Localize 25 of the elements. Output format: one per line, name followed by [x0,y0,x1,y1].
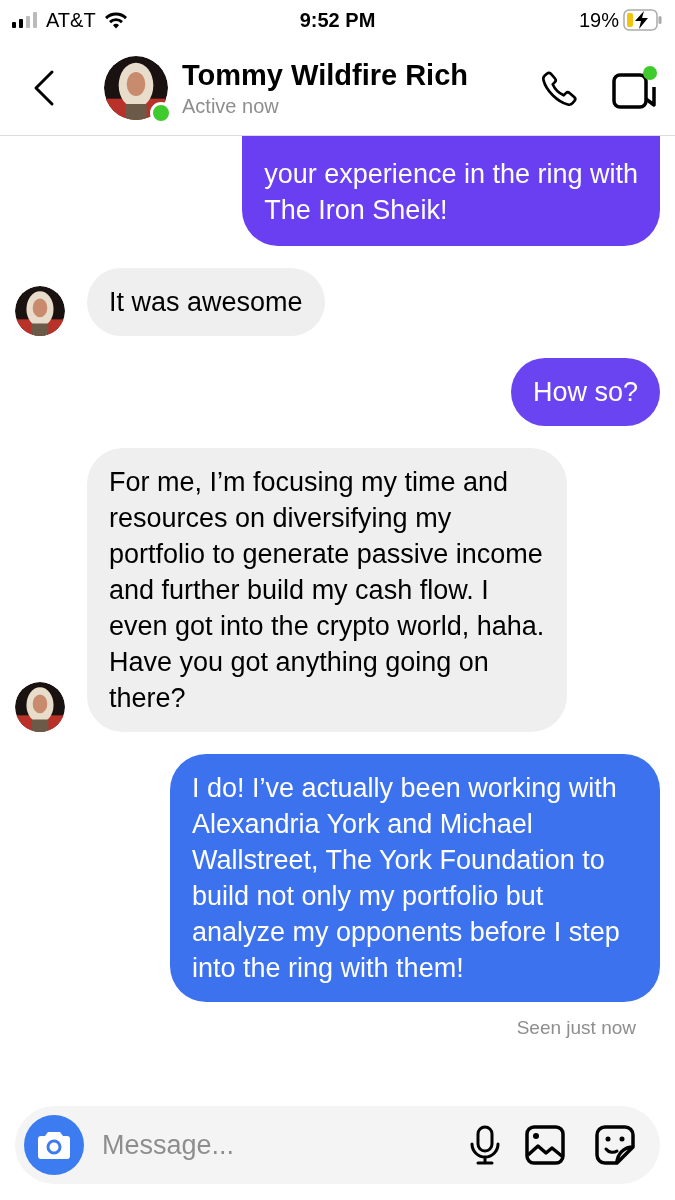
microphone-icon[interactable] [469,1125,501,1165]
video-camera-icon [612,64,660,111]
active-status: Active now [182,93,280,119]
message-bubble: How so? [510,358,660,426]
battery-percent: 19% [578,8,619,33]
carrier: AT&T [46,8,96,33]
message-bubble: I do! I’ve actually been working with Alexandria York and Michael Wallstreet, The York Foundation to build not only my portfolio but analyze my opponents before I step into the ring with them! [170,754,660,1002]
sticker-icon[interactable] [595,1125,635,1165]
seen-receipt: Seen just now [516,1016,636,1040]
avatar [15,682,65,732]
message-input[interactable]: Message... [102,1124,469,1166]
camera-button[interactable] [24,1115,84,1175]
image-icon[interactable] [525,1125,565,1165]
clock: 9:52 PM [299,8,376,33]
avatar [104,55,168,120]
signal-icon [12,12,38,28]
contact-name: Tommy Wildfire Rich [182,57,469,93]
message-bubble: For me, I’m focusing my time and resources on diversifying my portfolio to generate passive income and further build my cash flow. I even got into the crypto world, haha. Have you got anything going on there? [87,448,567,732]
message-composer[interactable]: Message... [15,1106,660,1184]
wifi-icon [103,11,128,29]
message-bubble: your experience in the ring with The Iron Sheik! [242,136,660,246]
camera-icon [37,1130,71,1160]
message-bubble: It was awesome [87,268,325,336]
avatar [15,286,65,336]
back-icon [32,68,56,107]
